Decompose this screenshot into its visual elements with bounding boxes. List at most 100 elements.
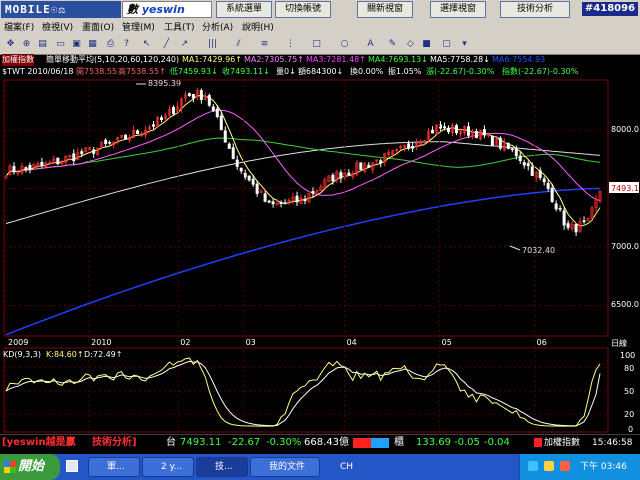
close-window-button[interactable]: 關新視窗 [357, 1, 413, 18]
menu-view[interactable]: 檢視(V) [42, 21, 73, 35]
candle-body [124, 134, 128, 140]
timeframe-label[interactable]: 日線 [611, 338, 627, 348]
candle-body [24, 167, 28, 169]
change-value: 漲(-22.67)-0.30% [426, 67, 495, 76]
candle-body [530, 166, 534, 176]
network-icon[interactable] [528, 461, 538, 471]
status-index: 7493.11 [180, 437, 222, 448]
task-item-3[interactable]: 技... [196, 457, 248, 477]
time-tick-label: 04 [347, 338, 357, 347]
candle-body [199, 90, 203, 100]
candle-body [566, 223, 570, 228]
ma4-value: MA4:7693.13↓ [368, 55, 428, 64]
brand-name: yeswin [141, 3, 185, 16]
candle-body [474, 131, 478, 138]
candle-body [187, 93, 191, 97]
quick-launch-icon[interactable] [66, 460, 78, 472]
status-market: 台 [166, 437, 176, 448]
eraser-icon[interactable]: ◇ [404, 38, 417, 51]
mobile-logo[interactable]: MOBILE☉⚖ [1, 1, 121, 18]
status-section: 技術分析] [92, 437, 137, 448]
candle-body [80, 151, 84, 155]
language-indicator[interactable]: CH [340, 457, 353, 477]
menu-analysis[interactable]: 分析(A) [202, 21, 233, 35]
high-annotation: 8395.39 [148, 79, 181, 88]
time-tick-label: 03 [246, 338, 256, 347]
menu-manage[interactable]: 管理(M) [122, 21, 155, 35]
switch-account-button[interactable]: 切換帳號 [275, 1, 331, 18]
cursor-icon[interactable]: ↖ [140, 38, 153, 51]
status-otc-index: 133.69 [416, 437, 451, 448]
yeswin-brand[interactable]: 數 yeswin [122, 1, 212, 18]
tech-analysis-button[interactable]: 技術分析 [500, 1, 570, 18]
help-icon[interactable]: ? [120, 38, 133, 51]
menu-tools[interactable]: 工具(T) [164, 21, 195, 35]
color-icon[interactable]: ■ [420, 38, 433, 51]
volume-value: 量0↓ [276, 67, 296, 76]
index-color-marker [534, 438, 542, 447]
kd-grid [4, 367, 608, 415]
candle-body [514, 148, 518, 157]
candle-body [28, 165, 32, 170]
ma3-value: MA3:7281.48↑ [306, 55, 366, 64]
square-icon[interactable]: ▢ [440, 38, 453, 51]
select-window-button[interactable]: 選擇視窗 [430, 1, 486, 18]
menu-screen[interactable]: 畫面(O) [82, 21, 114, 35]
candle-body [40, 162, 44, 166]
pencil-icon[interactable]: ✎ [386, 38, 399, 51]
price-panel-frame [3, 79, 609, 337]
menu-file[interactable]: 檔案(F) [4, 21, 34, 35]
task-item-2[interactable]: 2 y... [142, 457, 194, 477]
candle-body [136, 130, 140, 135]
grid-icon[interactable]: ▦ [86, 38, 99, 51]
candle-body [152, 124, 156, 127]
trendline-icon[interactable]: ╱ [160, 38, 173, 51]
channel-icon[interactable]: ≡ [258, 38, 271, 51]
candle-body [347, 172, 351, 175]
low-value: 低7459.93↓ [170, 67, 218, 76]
menu-help[interactable]: 說明(H) [242, 21, 274, 35]
status-otc-change: -0.05 [454, 437, 480, 448]
time-tick-label: 2010 [91, 338, 111, 347]
window-icon[interactable]: ▭ [54, 38, 67, 51]
candle-body [235, 159, 239, 167]
system-menu-button[interactable]: 系統選單 [216, 1, 272, 18]
kd-tick-50: 50 [624, 387, 634, 396]
price-tick-8000: 8000.0 [611, 125, 639, 134]
rectangle-icon[interactable]: □ [310, 38, 323, 51]
candle-body [562, 210, 566, 226]
print-icon[interactable]: ⎙ [104, 38, 117, 51]
candle-body [574, 224, 578, 233]
bars-icon[interactable]: ||| [206, 38, 219, 51]
chart-area[interactable]: 8395.39 7032.40 8000.0 7000.0 6500.0 749… [0, 78, 640, 434]
turnover-value: 換0.00% [350, 67, 384, 76]
candle-body [283, 202, 287, 205]
dropdown-icon[interactable]: ▾ [458, 38, 471, 51]
text-icon[interactable]: A [364, 38, 377, 51]
move-icon[interactable]: ✥ [4, 38, 17, 51]
volume-icon[interactable] [544, 461, 554, 471]
kd-d-line [5, 360, 601, 427]
kd-label: KD(9,3,3) [3, 350, 41, 359]
status-index-name: 加權指數 [544, 438, 581, 448]
ellipse-icon[interactable]: ○ [338, 38, 351, 51]
chart-icon[interactable]: ▤ [36, 38, 49, 51]
fib-icon[interactable]: ⋮ [284, 38, 297, 51]
arrow-line-icon[interactable]: ↗ [178, 38, 191, 51]
index-name[interactable]: 加權指數 [2, 54, 34, 66]
task-item-1[interactable]: 軍... [88, 457, 140, 477]
candle-body [104, 139, 108, 144]
amount-value: 額684300↓ [298, 67, 344, 76]
security-icon[interactable] [560, 461, 570, 471]
ma-setting-label[interactable]: 簡單移動平均(5,10,20,60,120,240) [46, 54, 179, 66]
zoom-in-icon[interactable]: ⊕ [20, 38, 33, 51]
candle-body [227, 143, 231, 149]
task-item-4[interactable]: 我的文件 [250, 457, 320, 477]
candle-body [339, 172, 343, 179]
candle-body [546, 183, 550, 189]
low-annotation: 7032.40 [522, 246, 555, 255]
candle-body [359, 162, 363, 170]
price-tick-7000: 7000.0 [611, 242, 639, 251]
fan-icon[interactable]: ⫽ [232, 38, 245, 51]
save-icon[interactable]: ▣ [70, 38, 83, 51]
